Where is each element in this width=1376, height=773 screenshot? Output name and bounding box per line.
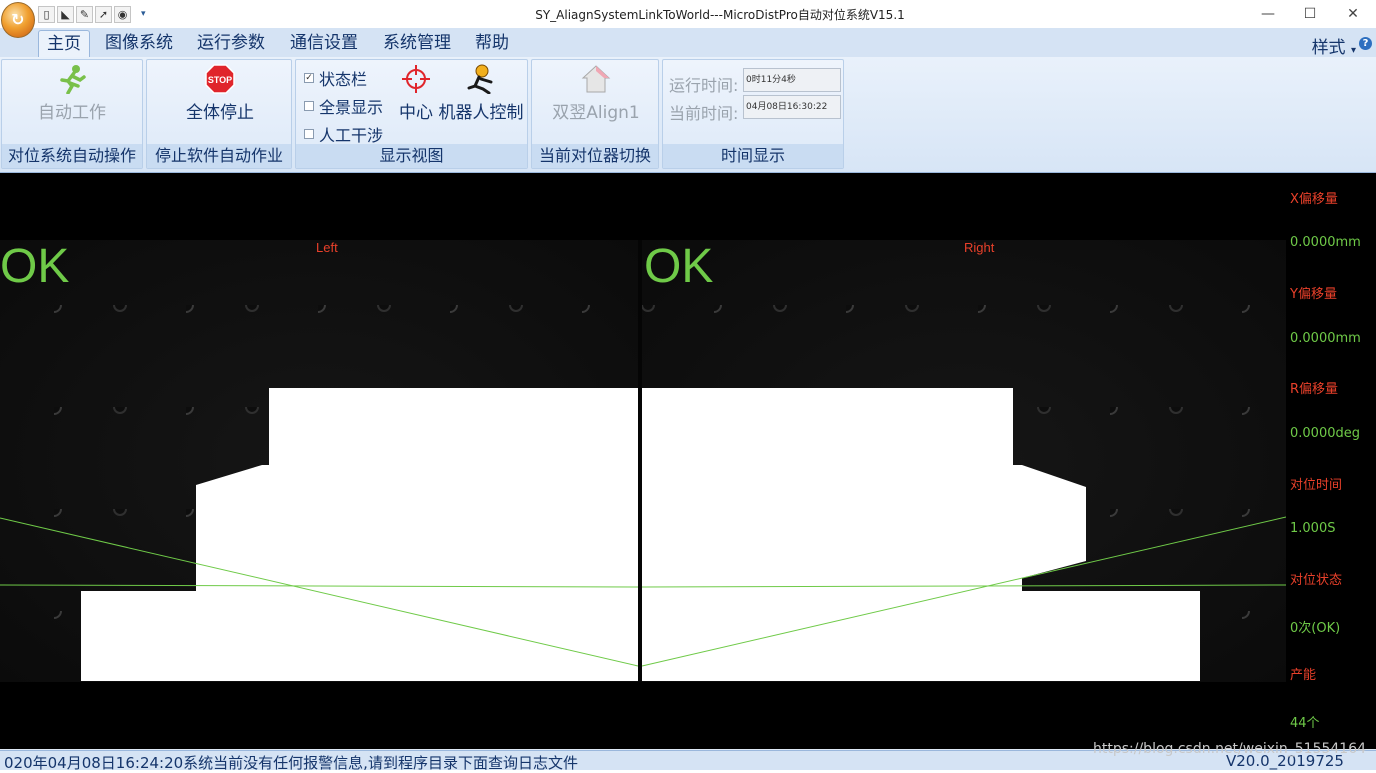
group-time-display: 运行时间: 0时11分4秒 当前时间: 04月08日16:30:22 时间显示 (662, 59, 844, 169)
quick-access-toolbar: ▯ ◣ ✎ ➚ ◉ ▾ (38, 5, 153, 23)
group-aligner-switch: 双翌Align1 当前对位器切换 (531, 59, 659, 169)
window-title: SY_AliagnSystemLinkToWorld---MicroDistPr… (535, 8, 905, 22)
group-label-auto: 对位系统自动操作 (2, 144, 142, 168)
style-menu-label: 样式 (1311, 38, 1346, 58)
tab-image-system[interactable]: 图像系统 (98, 30, 180, 58)
checkbox-unchecked-icon (304, 101, 314, 111)
center-label: 中心 (399, 103, 433, 123)
align-state-value: 0次(OK) (1290, 621, 1341, 636)
checkbox-checked-icon: ✓ (304, 73, 314, 83)
group-auto-operation: 自动工作 对位系统自动操作 (1, 59, 143, 169)
camera-view-canvas (0, 240, 1286, 682)
running-man-icon (60, 65, 86, 94)
r-offset-value: 0.0000deg (1290, 426, 1360, 441)
left-camera-label: Left (316, 240, 338, 255)
group-label-display: 显示视图 (296, 144, 527, 168)
tab-comm-settings[interactable]: 通信设置 (283, 30, 365, 58)
run-time-label: 运行时间: (669, 76, 739, 95)
robot-control-button[interactable]: 机器人控制 (436, 64, 526, 123)
capacity-label: 产能 (1290, 668, 1317, 683)
camera-icon[interactable]: ◉ (114, 5, 131, 23)
auto-work-label: 自动工作 (38, 103, 106, 123)
tool-icon[interactable]: ✎ (76, 5, 93, 23)
left-ok-status: OK (0, 240, 70, 293)
runner-icon (467, 64, 493, 94)
group-display-view: ✓ 状态栏 全景显示 人工干涉 中心 机器人控制 显示视图 (295, 59, 528, 169)
stop-sign-icon: STOP (205, 64, 235, 94)
aligner-switch-label: 双翌Align1 (552, 103, 640, 123)
capacity-value: 44个 (1290, 716, 1320, 731)
ribbon-panel: 自动工作 对位系统自动操作 STOP 全体停止 停止软件自动作业 ✓ 状态栏 全… (0, 57, 1376, 173)
maximize-button[interactable]: ☐ (1287, 0, 1333, 28)
minimize-button[interactable]: — (1245, 0, 1291, 28)
left-camera-image (0, 240, 639, 682)
house-icon (581, 65, 611, 93)
panorama-checkbox-label: 全景显示 (319, 98, 384, 117)
align-time-label: 对位时间 (1290, 478, 1343, 493)
manual-intervention-checkbox-label: 人工干涉 (319, 126, 384, 145)
manual-intervention-checkbox[interactable]: 人工干涉 (304, 122, 383, 146)
chevron-down-icon: ▾ (1350, 45, 1356, 56)
ribbon-tab-bar: 主页 图像系统 运行参数 通信设置 系统管理 帮助 样式 ▾ ? (0, 28, 1376, 58)
checkbox-unchecked-icon (304, 129, 314, 139)
statusbar-checkbox-label: 状态栏 (319, 70, 368, 89)
auto-work-button[interactable]: 自动工作 (16, 64, 128, 123)
title-bar: ▯ ◣ ✎ ➚ ◉ ▾ SY_AliagnSystemLinkToWorld--… (0, 0, 1376, 28)
panorama-checkbox[interactable]: 全景显示 (304, 94, 383, 118)
y-offset-value: 0.0000mm (1290, 331, 1361, 346)
right-camera-image (641, 240, 1286, 682)
crosshair-icon (402, 65, 430, 93)
group-label-switch: 当前对位器切换 (532, 144, 658, 168)
current-time-field: 04月08日16:30:22 (743, 95, 841, 119)
current-time-label: 当前时间: (669, 104, 739, 123)
alignment-stats-panel: X偏移量 0.0000mm Y偏移量 0.0000mm R偏移量 0.0000d… (1286, 173, 1376, 749)
run-time-field: 0时11分4秒 (743, 68, 841, 92)
measure-icon[interactable]: ◣ (57, 5, 74, 23)
app-logo-icon: ↻ (11, 10, 25, 29)
camera-view-area: OK Left OK Right (0, 173, 1286, 749)
style-menu[interactable]: 样式 ▾ (1312, 33, 1356, 58)
stop-all-button[interactable]: STOP 全体停止 (164, 64, 276, 123)
stop-all-label: 全体停止 (186, 103, 254, 123)
robot-control-label: 机器人控制 (438, 103, 524, 123)
application-menu-button[interactable]: ↻ (1, 2, 35, 38)
align-time-value: 1.000S (1290, 521, 1336, 536)
group-label-stop: 停止软件自动作业 (147, 144, 291, 168)
x-offset-label: X偏移量 (1290, 192, 1338, 207)
pointer-icon[interactable]: ➚ (95, 5, 112, 23)
statusbar-checkbox[interactable]: ✓ 状态栏 (304, 66, 367, 90)
tab-help[interactable]: 帮助 (468, 30, 516, 58)
group-label-time: 时间显示 (663, 144, 843, 168)
group-stop: STOP 全体停止 停止软件自动作业 (146, 59, 292, 169)
camera-divider (638, 240, 642, 682)
y-offset-label: Y偏移量 (1290, 287, 1337, 302)
align-state-label: 对位状态 (1290, 573, 1343, 588)
tab-home[interactable]: 主页 (38, 30, 90, 58)
stop-sign-text: STOP (208, 75, 232, 85)
tab-system-management[interactable]: 系统管理 (376, 30, 458, 58)
center-button[interactable]: 中心 (396, 64, 436, 123)
tab-run-params[interactable]: 运行参数 (190, 30, 272, 58)
close-button[interactable]: ✕ (1330, 0, 1376, 28)
r-offset-label: R偏移量 (1290, 382, 1339, 397)
watermark-text: https://blog.csdn.net/weixin_51554164 (1093, 741, 1367, 757)
help-icon[interactable]: ? (1359, 37, 1372, 50)
x-offset-value: 0.0000mm (1290, 235, 1361, 250)
right-ok-status: OK (644, 240, 714, 293)
right-camera-label: Right (964, 240, 995, 255)
new-file-icon[interactable]: ▯ (38, 5, 55, 23)
aligner-switch-button[interactable]: 双翌Align1 (540, 64, 652, 123)
quick-access-dropdown-icon[interactable]: ▾ (141, 9, 153, 19)
main-window: ▯ ◣ ✎ ➚ ◉ ▾ SY_AliagnSystemLinkToWorld--… (0, 0, 1376, 772)
